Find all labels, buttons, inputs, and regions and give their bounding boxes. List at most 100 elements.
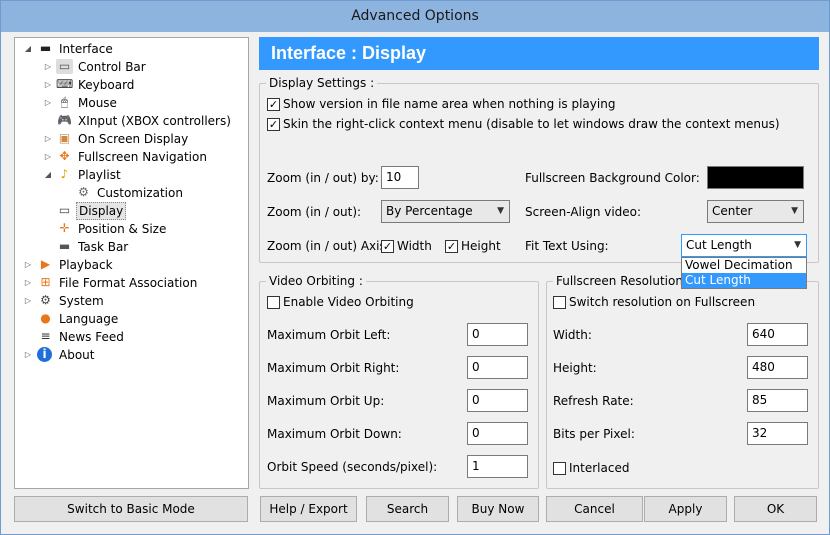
search-button[interactable]: Search [366,496,449,522]
mouse-icon: 🖱 [56,95,73,110]
show-version-box[interactable]: ✓ [267,98,280,111]
tree-expand-icon[interactable]: ▷ [23,346,33,364]
tree-expand-icon[interactable]: ▷ [43,130,53,148]
tree-collapse-icon[interactable]: ◢ [23,40,33,58]
tree-item[interactable]: ⚙ Customization [15,184,248,202]
orbit-field-label: Maximum Orbit Left: [267,328,391,342]
options-tree[interactable]: ◢ ▬ Interface ▷ ▭ Control Bar ▷ ⌨ Keyboard ▷ 🖱 Mous… [14,37,249,489]
tree-item[interactable]: ▷ 🖱 Mouse [15,94,248,112]
tree-item[interactable]: ▭ Display [15,202,248,220]
fullscreen-nav-icon: ✥ [56,149,73,164]
fullscreen-bg-color-swatch[interactable] [707,166,804,189]
tree-item-label: News Feed [59,330,124,344]
resolution-field-label: Height: [553,361,597,375]
keyboard-icon: ⌨ [56,77,74,92]
tree-item-label: Task Bar [78,240,129,254]
resolution-field-label: Bits per Pixel: [553,427,635,441]
tree-expand-icon[interactable]: ▷ [43,58,53,76]
orbit-field-label: Maximum Orbit Right: [267,361,400,375]
zoom-axis-height-box[interactable]: ✓ [445,240,458,253]
tree-item[interactable]: ≡ News Feed [15,328,248,346]
tree-expand-icon[interactable]: ▷ [43,94,53,112]
tree-item[interactable]: 🎮 XInput (XBOX controllers) [15,112,248,130]
fit-text-option[interactable]: Cut Length [682,273,806,288]
page-title: Interface : Display [259,37,819,70]
tree-expand-icon[interactable]: ▷ [23,256,33,274]
show-version-label: Show version in file name area when noth… [283,97,616,111]
screen-align-select[interactable]: Center ▼ [707,200,804,223]
window-title: Advanced Options [1,1,829,32]
interlaced-box[interactable] [553,462,566,475]
orbit-field-input[interactable]: 1 [467,455,528,478]
orbit-field-input[interactable]: 0 [467,389,528,412]
zoom-axis-label: Zoom (in / out) Axis: [267,239,390,253]
chevron-down-icon: ▼ [794,240,801,250]
chevron-down-icon: ▼ [497,206,504,216]
tree-item-label: File Format Association [59,276,198,290]
fit-text-value: Cut Length [686,238,752,252]
resolution-field-input[interactable]: 480 [747,356,808,379]
resolution-field-input[interactable]: 640 [747,323,808,346]
tree-expand-icon[interactable]: ▷ [23,292,33,310]
tree-item[interactable]: ▷ ▭ Control Bar [15,58,248,76]
task-bar-icon: ▬ [56,239,73,254]
help-export-button[interactable]: Help / Export [260,496,357,522]
enable-orbiting-label: Enable Video Orbiting [283,295,414,309]
tree-item[interactable]: ▷ ✥ Fullscreen Navigation [15,148,248,166]
tree-item-label: Customization [97,186,183,200]
interlaced-label: Interlaced [569,461,630,475]
tree-item[interactable]: ◢ ♪ Playlist [15,166,248,184]
display-icon: ▭ [56,203,73,218]
language-icon: ● [37,311,54,326]
resolution-field-input[interactable]: 85 [747,389,808,412]
zoom-mode-value: By Percentage [386,204,473,218]
zoom-by-input[interactable]: 10 [381,166,419,189]
cancel-button[interactable]: Cancel [546,496,643,522]
tree-item-label: About [59,348,95,362]
tree-item[interactable]: ▬ Task Bar [15,238,248,256]
chevron-down-icon: ▼ [791,206,798,216]
zoom-mode-select[interactable]: By Percentage ▼ [381,200,510,223]
skin-menu-box[interactable]: ✓ [267,118,280,131]
ok-button[interactable]: OK [734,496,817,522]
resolution-field-label: Width: [553,328,592,342]
tree-item-label: Position & Size [78,222,167,236]
tree-item[interactable]: ▷ i About [15,346,248,364]
resolution-field-input[interactable]: 32 [747,422,808,445]
fit-text-option[interactable]: Vowel Decimation [682,258,806,273]
tree-item[interactable]: ▷ ⊞ File Format Association [15,274,248,292]
tree-item[interactable]: ● Language [15,310,248,328]
tree-item[interactable]: ✛ Position & Size [15,220,248,238]
advanced-options-window: Advanced Options ◢ ▬ Interface ▷ ▭ Control Ba… [0,0,830,535]
apply-button[interactable]: Apply [644,496,727,522]
enable-orbiting-box[interactable] [267,296,280,309]
switch-basic-mode-button[interactable]: Switch to Basic Mode [14,496,248,522]
tree-collapse-icon[interactable]: ◢ [43,166,53,184]
buy-now-button[interactable]: Buy Now [457,496,539,522]
tree-item-label: Control Bar [78,60,146,74]
orbit-field-input[interactable]: 0 [467,323,528,346]
tree-item-label: On Screen Display [78,132,189,146]
tree-item-label: Playback [59,258,113,272]
orbit-field-label: Orbit Speed (seconds/pixel): [267,460,438,474]
tree-item[interactable]: ▷ ▣ On Screen Display [15,130,248,148]
tree-item[interactable]: ◢ ▬ Interface [15,40,248,58]
about-info-icon: i [37,347,52,362]
customization-icon: ⚙ [75,185,92,200]
zoom-axis-height-label: Height [461,239,501,253]
zoom-mode-label: Zoom (in / out): [267,205,362,219]
tree-expand-icon[interactable]: ▷ [43,76,53,94]
switch-resolution-label: Switch resolution on Fullscreen [569,295,756,309]
zoom-axis-width-box[interactable]: ✓ [381,240,394,253]
tree-item[interactable]: ▷ ⌨ Keyboard [15,76,248,94]
fit-text-select[interactable]: Cut Length ▼ [681,234,807,257]
tree-item-label: System [59,294,104,308]
orbit-field-input[interactable]: 0 [467,422,528,445]
tree-item-label: Language [59,312,119,326]
orbit-field-input[interactable]: 0 [467,356,528,379]
tree-item[interactable]: ▷ ▶ Playback [15,256,248,274]
tree-item[interactable]: ▷ ⚙ System [15,292,248,310]
tree-expand-icon[interactable]: ▷ [23,274,33,292]
switch-resolution-box[interactable] [553,296,566,309]
tree-expand-icon[interactable]: ▷ [43,148,53,166]
